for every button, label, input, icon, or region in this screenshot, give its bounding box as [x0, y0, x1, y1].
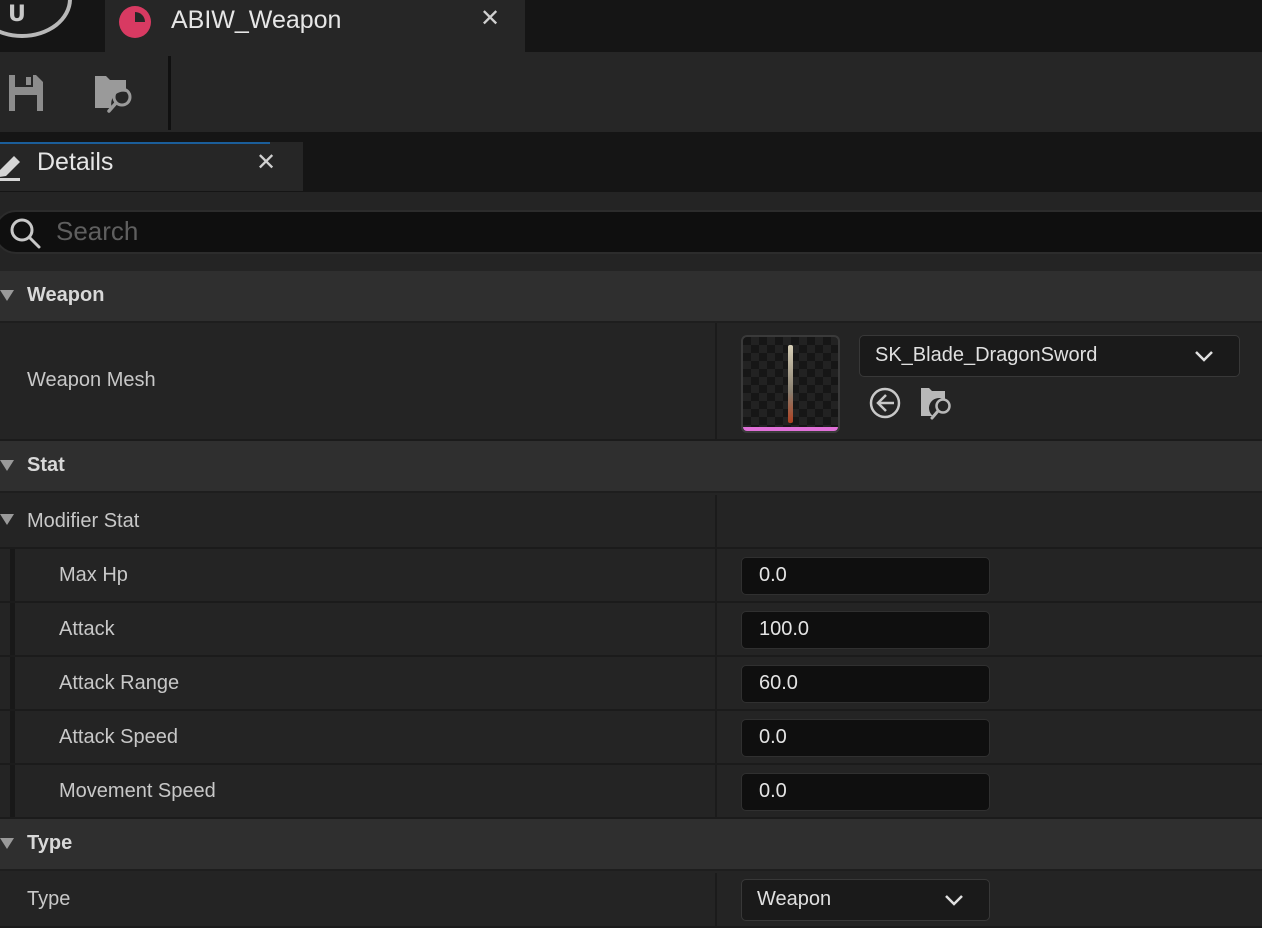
attack-speed-input[interactable]: 0.0	[741, 719, 990, 757]
asset-type-color-bar	[743, 427, 838, 431]
category-label: Type	[27, 832, 73, 854]
details-tab-title: Details	[37, 148, 114, 176]
column-divider[interactable]	[715, 603, 717, 655]
property-row-attack-range: Attack Range 60.0	[0, 657, 1262, 711]
category-label: Weapon	[27, 284, 105, 306]
chevron-down-icon	[945, 895, 963, 906]
property-label: Weapon Mesh	[27, 369, 156, 391]
attack-range-input[interactable]: 60.0	[741, 665, 990, 703]
column-divider[interactable]	[715, 711, 717, 763]
property-label: Attack Speed	[59, 726, 178, 748]
property-row-attack: Attack 100.0	[0, 603, 1262, 657]
sword-preview-image	[788, 345, 793, 423]
column-divider[interactable]	[715, 657, 717, 709]
toolbar-divider	[168, 56, 171, 130]
indent-guide	[10, 657, 15, 709]
property-row-attack-speed: Attack Speed 0.0	[0, 711, 1262, 765]
browse-folder-icon	[95, 76, 132, 113]
property-row-modifier-stat[interactable]: Modifier Stat	[0, 495, 1262, 549]
close-icon[interactable]: ✕	[253, 148, 279, 176]
column-divider[interactable]	[715, 323, 717, 439]
property-label: Movement Speed	[59, 780, 216, 802]
expand-arrow-icon[interactable]	[0, 838, 14, 849]
indent-guide	[10, 711, 15, 763]
input-value: 60.0	[759, 672, 798, 694]
property-row-max-hp: Max Hp 0.0	[0, 549, 1262, 603]
category-label: Stat	[27, 454, 65, 476]
browse-asset-button[interactable]	[918, 384, 956, 422]
movement-speed-input[interactable]: 0.0	[741, 773, 990, 811]
max-hp-input[interactable]: 0.0	[741, 557, 990, 595]
asset-tab-title: ABIW_Weapon	[171, 6, 342, 34]
property-row-type: Type	[0, 873, 1262, 928]
type-dropdown[interactable]: Weapon	[741, 879, 990, 921]
indent-guide	[10, 549, 15, 601]
property-label: Attack	[59, 618, 115, 640]
mesh-thumbnail[interactable]	[741, 335, 840, 433]
category-weapon[interactable]: Weapon	[0, 271, 1262, 323]
indent-guide	[10, 603, 15, 655]
chevron-down-icon	[1195, 351, 1213, 362]
data-asset-icon	[119, 6, 151, 38]
expand-arrow-icon[interactable]	[0, 290, 14, 301]
weapon-mesh-dropdown[interactable]: SK_Blade_DragonSword	[859, 335, 1240, 377]
title-bar: U ABIW_Weapon ✕	[0, 0, 1262, 52]
property-label: Type	[27, 888, 71, 910]
use-selected-asset-button[interactable]	[868, 386, 902, 420]
unreal-logo-icon[interactable]: U	[0, 0, 72, 38]
input-value: 0.0	[759, 726, 787, 748]
property-label: Max Hp	[59, 564, 128, 586]
category-type[interactable]: Type	[0, 819, 1262, 871]
property-row-movement-speed: Movement Speed 0.0	[0, 765, 1262, 819]
expand-arrow-icon[interactable]	[0, 514, 14, 525]
property-label: Attack Range	[59, 672, 180, 694]
asset-editor-tab[interactable]: ABIW_Weapon ✕	[105, 0, 525, 52]
search-icon	[10, 218, 41, 249]
details-tab[interactable]: Details ✕	[0, 142, 303, 191]
column-divider[interactable]	[715, 495, 717, 547]
expand-arrow-icon[interactable]	[0, 460, 14, 471]
input-value: 0.0	[759, 780, 787, 802]
edit-pencil-icon	[0, 156, 20, 181]
save-icon	[9, 75, 43, 111]
browse-folder-icon	[921, 388, 951, 420]
column-divider[interactable]	[715, 873, 717, 926]
column-divider[interactable]	[715, 765, 717, 817]
dropdown-value: Weapon	[757, 888, 832, 910]
active-tab-accent	[0, 142, 270, 144]
input-value: 100.0	[759, 618, 810, 640]
browse-to-asset-button[interactable]	[92, 70, 138, 116]
indent-guide	[10, 765, 15, 817]
dropdown-value: SK_Blade_DragonSword	[875, 344, 1098, 366]
category-stat[interactable]: Stat	[0, 441, 1262, 493]
close-icon[interactable]: ✕	[478, 4, 502, 32]
toolbar	[0, 52, 1262, 132]
use-selected-arrow-icon	[869, 387, 901, 419]
column-divider[interactable]	[715, 549, 717, 601]
property-label: Modifier Stat	[27, 510, 140, 532]
save-button[interactable]	[6, 72, 46, 114]
search-input[interactable]	[56, 214, 1056, 248]
attack-input[interactable]: 100.0	[741, 611, 990, 649]
input-value: 0.0	[759, 564, 787, 586]
